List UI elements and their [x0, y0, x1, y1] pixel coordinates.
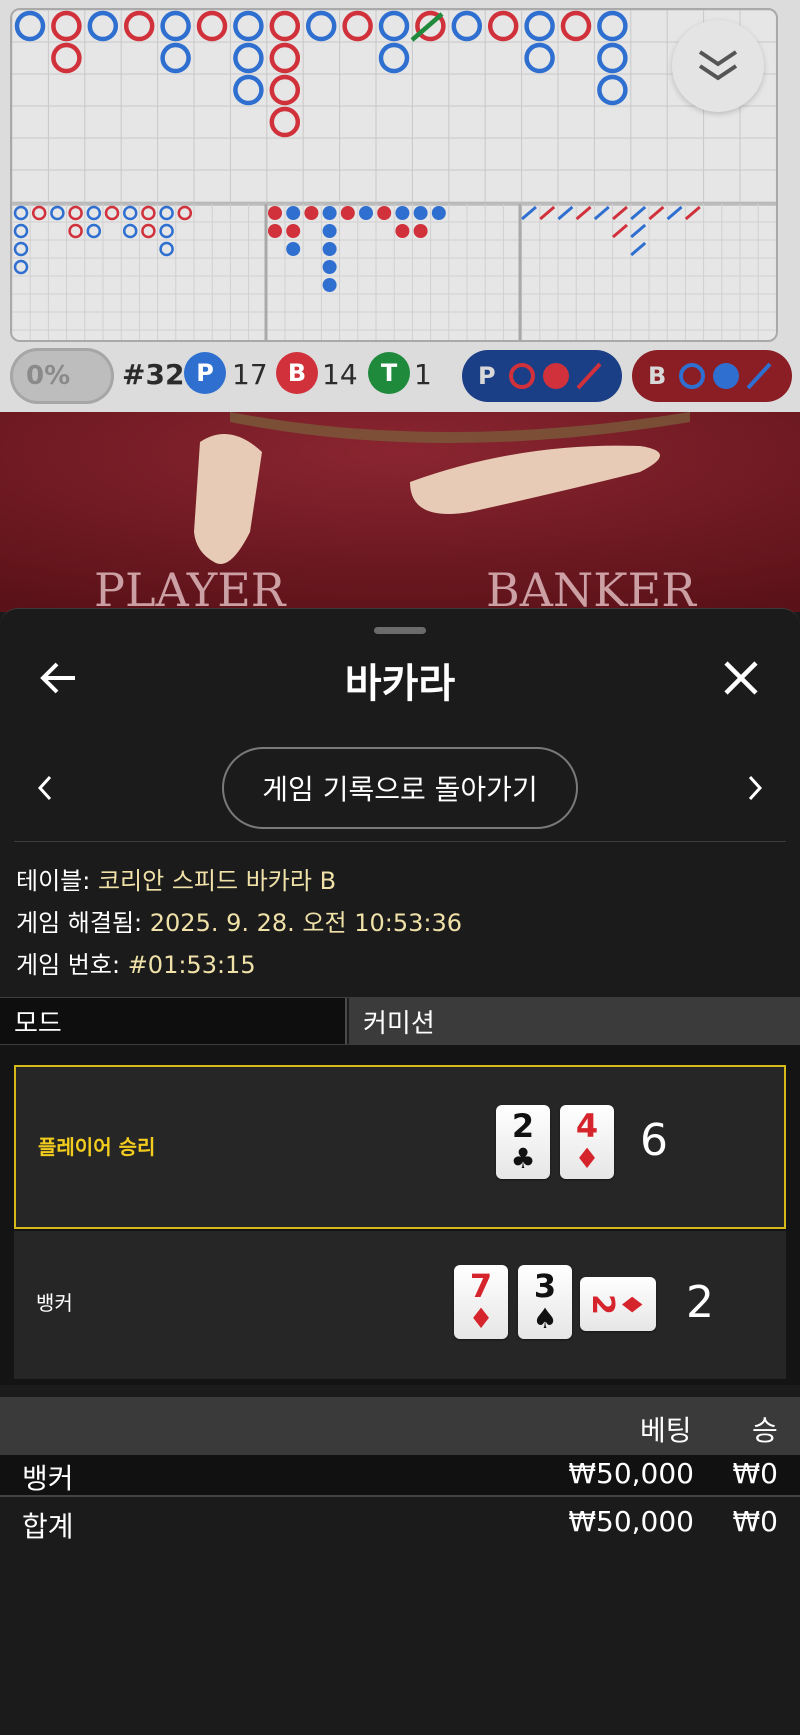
close-icon	[724, 661, 758, 695]
player-predict-button[interactable]: P	[462, 350, 622, 402]
next-game-button[interactable]	[738, 767, 772, 809]
roadmap-stats-bar: 0% #32 P 17 B 14 T 1 P B	[0, 340, 800, 412]
previous-game-button[interactable]	[28, 767, 62, 809]
player-predict-letter: P	[478, 362, 496, 390]
player-count: 17	[232, 358, 268, 391]
total-bet: ₩50,000	[568, 1505, 694, 1538]
resolved-label: 게임 해결됨:	[16, 909, 143, 937]
table-value: 코리안 스피드 바카라 B	[97, 867, 337, 895]
sheet-title: 바카라	[344, 661, 456, 707]
percentage-toggle[interactable]: 0%	[10, 348, 114, 404]
table-info: 테이블: 코리안 스피드 바카라 B	[16, 861, 336, 896]
banker-predict-button[interactable]: B	[632, 350, 792, 402]
sheet-drag-handle[interactable]	[374, 627, 426, 634]
win-amount: ₩0	[732, 1457, 779, 1490]
bet-table-header: 베팅 승	[0, 1397, 800, 1455]
tab-bar: 모드 커미션	[0, 997, 800, 1045]
game-detail-sheet: 바카라 게임 기록으로 돌아가기 테이블: 코리안 스피드 바카라 B 게임 해…	[0, 608, 800, 1735]
divider	[14, 841, 786, 842]
tie-badge: T	[368, 352, 410, 394]
total-label: 합계	[22, 1510, 74, 1543]
playing-card-sideways: 2 ♦	[580, 1277, 656, 1331]
double-chevron-down-icon	[698, 50, 738, 81]
table-label: 테이블:	[16, 867, 91, 895]
banker-predict-letter: B	[648, 362, 667, 390]
banker-result-row: 뱅커 7 ♦ 3 ♠ 2 ♦ 2	[14, 1231, 786, 1379]
close-button[interactable]	[716, 653, 766, 703]
chevron-right-icon	[748, 775, 763, 801]
playing-card: 2 ♣	[496, 1105, 550, 1179]
tab-mode[interactable]: 모드	[0, 998, 347, 1044]
player-badge: P	[184, 352, 226, 394]
bead-road-svg	[12, 10, 776, 340]
game-number-value: #01:53:15	[127, 951, 256, 979]
collapse-roadmap-button[interactable]	[672, 20, 764, 112]
player-score: 6	[640, 1115, 668, 1166]
roadmap-panel: 0% #32 P 17 B 14 T 1 P B	[0, 0, 800, 412]
total-win: ₩0	[732, 1505, 779, 1538]
bet-amount: ₩50,000	[568, 1457, 694, 1490]
bet-name: 뱅커	[22, 1462, 74, 1495]
predict-symbols-icon	[508, 362, 602, 390]
banker-count: 14	[322, 358, 358, 391]
tab-commission[interactable]: 커미션	[349, 998, 800, 1044]
scoreboard-grid	[10, 8, 778, 342]
live-video-feed: PLAYER BANKER	[0, 412, 800, 612]
bet-row: 뱅커 ₩50,000 ₩0	[0, 1455, 800, 1497]
col-header-win: 승	[752, 1414, 778, 1447]
banker-badge: B	[276, 352, 318, 394]
tie-count: 1	[414, 358, 432, 391]
game-number-label: 게임 번호:	[16, 951, 121, 979]
banker-zone-label: BANKER	[486, 563, 697, 612]
player-result-row: 플레이어 승리 2 ♣ 4 ♦ 6	[14, 1065, 786, 1229]
resolved-info: 게임 해결됨: 2025. 9. 28. 오전 10:53:36	[16, 903, 462, 938]
predict-symbols-icon	[679, 362, 772, 390]
game-number-info: 게임 번호: #01:53:15	[16, 945, 256, 980]
playing-card: 7 ♦	[454, 1265, 508, 1339]
player-result-label: 플레이어 승리	[38, 1135, 156, 1159]
col-header-bet: 베팅	[640, 1414, 692, 1447]
playing-card: 4 ♦	[560, 1105, 614, 1179]
dealer-table-image: PLAYER BANKER	[0, 412, 800, 612]
player-zone-label: PLAYER	[94, 563, 287, 612]
round-count: #32	[122, 358, 185, 391]
playing-card: 3 ♠	[518, 1265, 572, 1339]
chevron-left-icon	[37, 775, 52, 801]
resolved-value: 2025. 9. 28. 오전 10:53:36	[149, 909, 463, 937]
total-row: 합계 ₩50,000 ₩0	[0, 1501, 800, 1547]
banker-score: 2	[686, 1277, 714, 1328]
round-result-area: 플레이어 승리 2 ♣ 4 ♦ 6 뱅커 7 ♦ 3 ♠ 2 ♦ 2	[0, 1045, 800, 1385]
back-to-history-button[interactable]: 게임 기록으로 돌아가기	[222, 747, 578, 829]
banker-result-label: 뱅커	[36, 1291, 73, 1315]
